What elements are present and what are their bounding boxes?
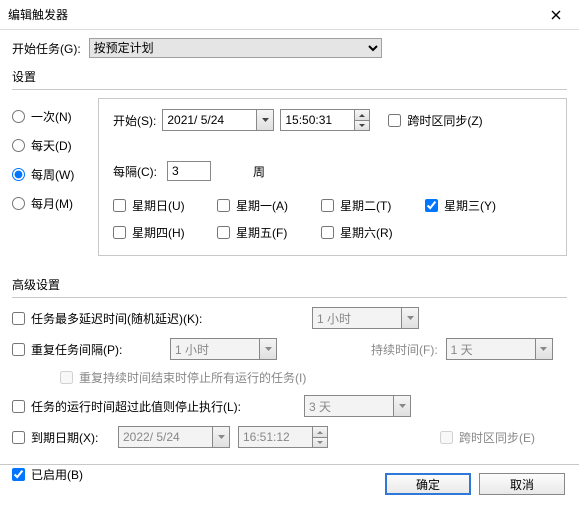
day-thu[interactable]: 星期四(H) (113, 224, 203, 241)
chevron-down-icon (262, 118, 269, 122)
day-tue[interactable]: 星期二(T) (321, 197, 411, 214)
radio-once[interactable]: 一次(N) (12, 108, 98, 125)
expire-time-spin-up[interactable] (313, 426, 328, 437)
start-date-input[interactable] (162, 109, 257, 131)
recur-label: 每隔(C): (113, 163, 157, 180)
day-fri[interactable]: 星期五(F) (217, 224, 307, 241)
stop-if-checkbox[interactable] (12, 400, 25, 413)
weekday-grid: 星期日(U) 星期一(A) 星期二(T) 星期三(Y) 星期四(H) 星期五(F… (113, 197, 556, 241)
expire-date-dropdown[interactable] (213, 426, 230, 448)
duration-combo[interactable] (446, 338, 553, 360)
cancel-button[interactable]: 取消 (479, 473, 565, 495)
chevron-down-icon (317, 441, 323, 444)
time-spin-up[interactable] (355, 109, 370, 120)
time-spin-down[interactable] (355, 120, 370, 131)
schedule-radios: 一次(N) 每天(D) 每周(W) 每月(M) (12, 98, 98, 256)
start-time-input[interactable] (280, 109, 355, 131)
chevron-up-icon (359, 114, 365, 117)
enabled-checkbox[interactable]: 已启用(B) (12, 466, 83, 483)
ok-button[interactable]: 确定 (385, 473, 471, 495)
day-mon[interactable]: 星期一(A) (217, 197, 307, 214)
expire-checkbox[interactable] (12, 431, 25, 444)
close-button[interactable] (533, 0, 579, 30)
date-dropdown-button[interactable] (257, 109, 274, 131)
day-sat[interactable]: 星期六(R) (321, 224, 411, 241)
chevron-down-icon (218, 435, 225, 439)
delay-label: 任务最多延迟时间(随机延迟)(K): (31, 310, 202, 327)
start-label: 开始(S): (113, 112, 156, 129)
tz-sync-checkbox[interactable]: 跨时区同步(Z) (388, 112, 482, 129)
close-icon (551, 10, 561, 20)
radio-monthly[interactable]: 每月(M) (12, 195, 98, 212)
chevron-up-icon (317, 431, 323, 434)
expire-tz-checkbox: 跨时区同步(E) (440, 429, 535, 446)
repeat-combo[interactable] (170, 338, 277, 360)
chevron-down-icon (540, 347, 547, 351)
duration-label: 持续时间(F): (371, 341, 438, 358)
radio-daily[interactable]: 每天(D) (12, 137, 98, 154)
stop-if-combo[interactable] (304, 395, 411, 417)
chevron-down-icon (407, 316, 414, 320)
repeat-label: 重复任务间隔(P): (31, 341, 122, 358)
begin-task-label: 开始任务(G): (12, 40, 81, 57)
day-wed[interactable]: 星期三(Y) (425, 197, 515, 214)
chevron-down-icon (359, 124, 365, 127)
recur-value-input[interactable] (167, 161, 211, 181)
settings-header: 设置 (12, 68, 567, 85)
advanced-header: 高级设置 (12, 276, 567, 293)
stop-if-label: 任务的运行时间超过此值则停止执行(L): (31, 398, 241, 415)
delay-combo[interactable] (312, 307, 419, 329)
expire-label: 到期日期(X): (31, 429, 98, 446)
day-sun[interactable]: 星期日(U) (113, 197, 203, 214)
radio-weekly[interactable]: 每周(W) (12, 166, 98, 183)
chevron-down-icon (399, 404, 406, 408)
begin-task-select[interactable]: 按预定计划 (89, 38, 382, 58)
expire-time-input[interactable] (238, 426, 313, 448)
window-title: 编辑触发器 (8, 6, 68, 23)
delay-checkbox[interactable] (12, 312, 25, 325)
expire-time-spin-down[interactable] (313, 437, 328, 448)
expire-date-input[interactable] (118, 426, 213, 448)
chevron-down-icon (265, 347, 272, 351)
recur-unit: 周 (253, 163, 265, 180)
repeat-checkbox[interactable] (12, 343, 25, 356)
stop-at-end-checkbox: 重复持续时间结束时停止所有运行的任务(I) (60, 369, 306, 386)
